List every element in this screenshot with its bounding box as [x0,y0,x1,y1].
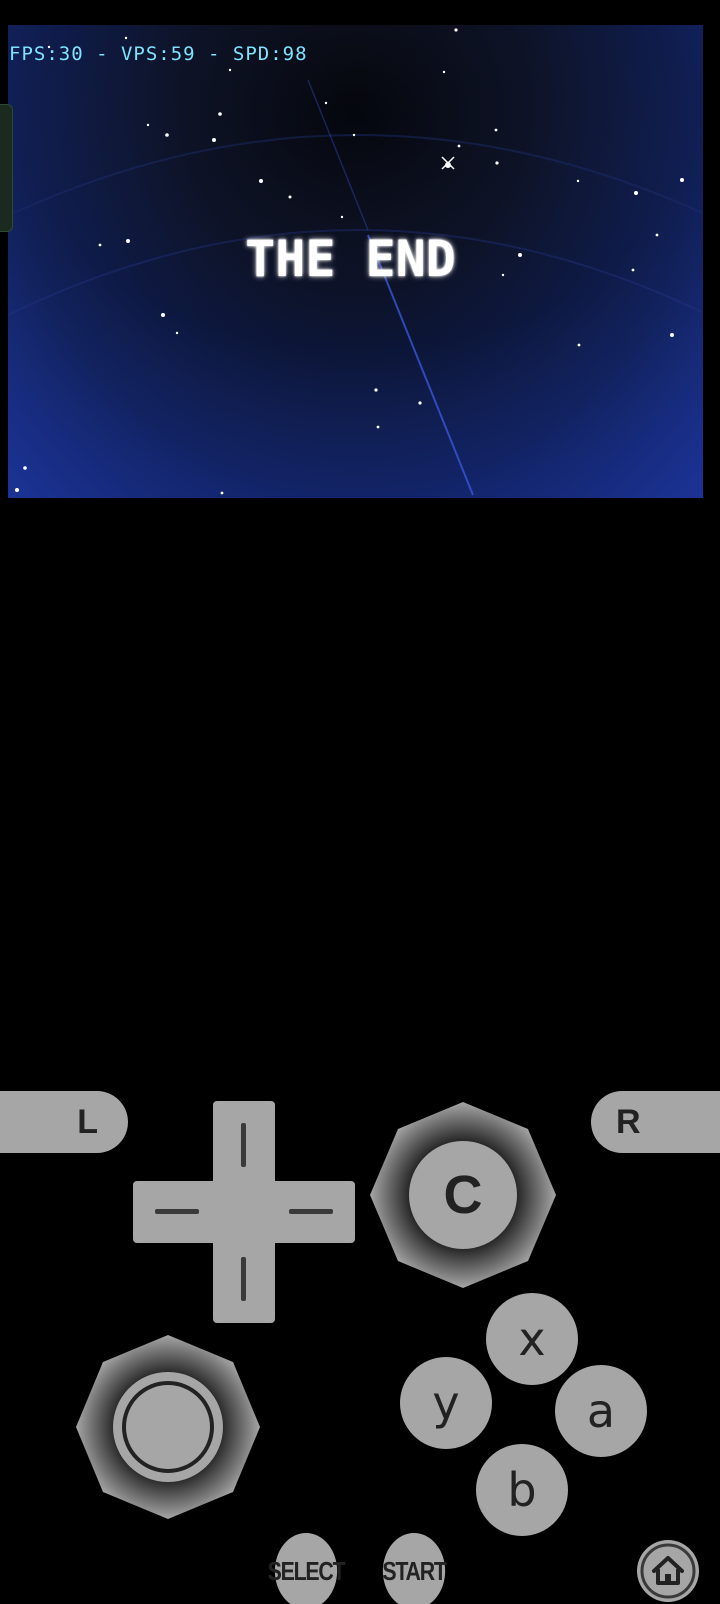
l-shoulder-button[interactable]: L [0,1091,128,1153]
the-end-text: THE END [245,230,456,288]
dpad-icon [133,1101,355,1323]
a-button[interactable]: a [555,1365,647,1457]
side-drawer-handle[interactable] [0,104,13,232]
start-button[interactable]: START [382,1533,447,1604]
b-label: b [507,1463,537,1517]
start-label: START [382,1555,447,1586]
c-label: C [443,1165,483,1225]
a-label: a [586,1384,616,1438]
analog-stick[interactable] [76,1335,260,1519]
game-display[interactable]: FPS:30 - VPS:59 - SPD:98 THE END [8,25,703,498]
select-button[interactable]: SELECT [268,1533,346,1604]
x-label: x [518,1312,546,1366]
b-button[interactable]: b [476,1444,568,1536]
y-label: y [432,1376,460,1430]
c-stick[interactable]: C [370,1102,556,1288]
y-button[interactable]: y [400,1357,492,1449]
home-icon [637,1540,699,1602]
dpad[interactable] [133,1101,355,1323]
analog-stick-icon [76,1335,260,1519]
x-button[interactable]: x [486,1293,578,1385]
r-shoulder-button[interactable]: R [591,1091,720,1153]
select-label: SELECT [267,1555,346,1586]
l-label: L [77,1102,98,1141]
performance-stats: FPS:30 - VPS:59 - SPD:98 [9,43,308,65]
home-button[interactable] [636,1539,700,1603]
r-label: R [616,1102,641,1141]
c-button[interactable]: C [409,1141,517,1249]
emulator-screen: FPS:30 - VPS:59 - SPD:98 THE END L R C x… [0,0,720,1604]
